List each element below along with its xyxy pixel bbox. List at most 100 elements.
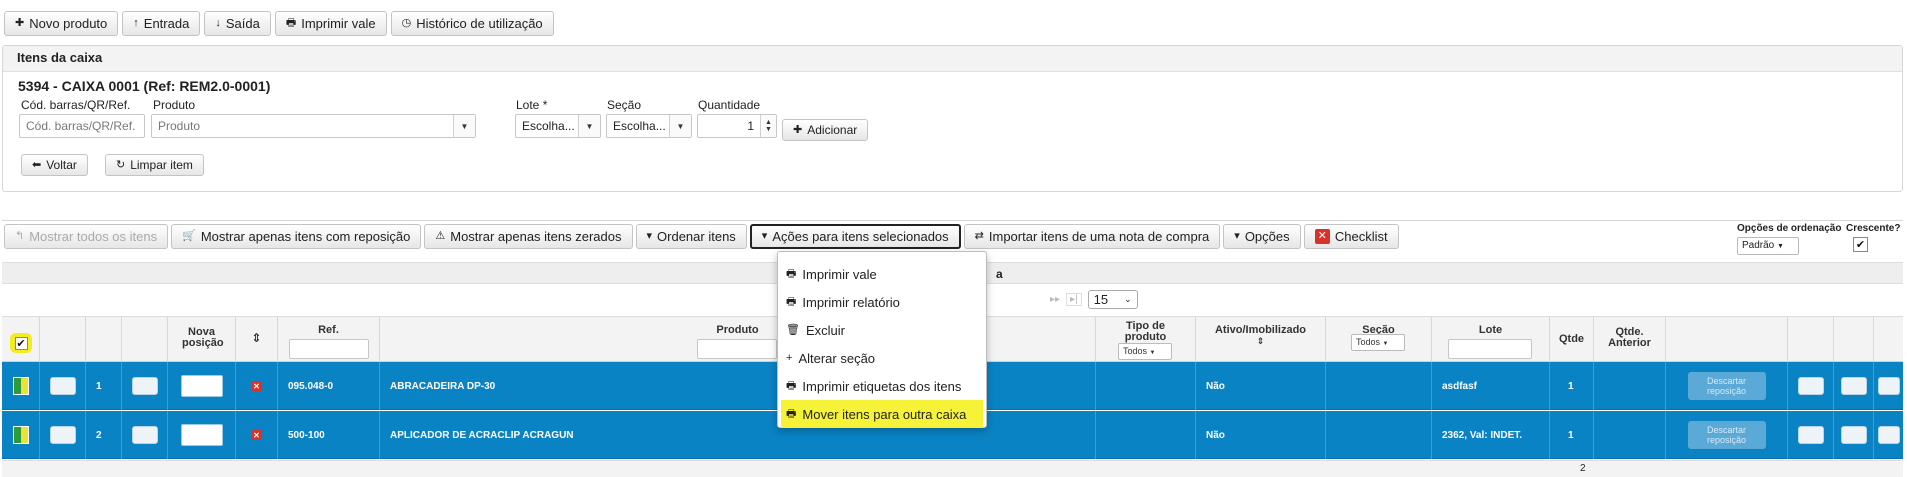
row-action-button[interactable] — [1877, 426, 1900, 444]
row-action-button[interactable] — [131, 426, 158, 444]
caret-down-icon: ▾ — [761, 230, 768, 242]
row-new-position — [168, 411, 236, 459]
row-action-button[interactable] — [1797, 377, 1824, 395]
menu-item-move-items[interactable]: 🖶 Mover itens para outra caixa — [781, 400, 983, 428]
show-zero-button[interactable]: ⚠ Mostrar apenas itens zerados — [424, 224, 633, 249]
checklist-button[interactable]: ✕ Checklist — [1303, 224, 1399, 249]
selected-actions-button[interactable]: ▾ Ações para itens selecionados — [749, 224, 961, 249]
row-ref: 095.048-0 — [278, 362, 380, 410]
row-remove-cell: ✕ — [236, 411, 278, 459]
box-title: 5394 - CAIXA 0001 (Ref: REM2.0-0001) — [18, 78, 271, 94]
ref-filter-input[interactable] — [289, 339, 369, 359]
row-action-button[interactable] — [1877, 377, 1900, 395]
row-action-cell[interactable] — [1874, 411, 1903, 459]
menu-item-change-section[interactable]: + Alterar seção — [778, 344, 986, 372]
discard-replenish-button[interactable]: Descartar reposição — [1687, 372, 1766, 400]
header-secao: Seção Todos ▼ — [1326, 317, 1432, 363]
show-replenish-button[interactable]: 🛒 Mostrar apenas itens com reposição — [171, 224, 422, 249]
new-position-input[interactable] — [180, 375, 223, 397]
secao-filter-select[interactable]: Todos ▼ — [1351, 334, 1405, 351]
tipo-filter-select[interactable]: Todos ▼ — [1118, 343, 1172, 360]
printer-icon: 🖶 — [786, 379, 797, 392]
show-all-items-button[interactable]: ↰ Mostrar todos os itens — [4, 224, 169, 249]
row-qtde-anterior — [1594, 411, 1666, 459]
entry-button[interactable]: ↑ Entrada — [122, 11, 201, 36]
row-action-cell[interactable] — [1788, 362, 1834, 410]
row-qtde: 1 — [1550, 411, 1594, 459]
discard-replenish-button[interactable]: Descartar reposição — [1687, 421, 1766, 449]
row-lote: asdfasf — [1432, 362, 1550, 410]
secao-select[interactable]: Escolha... ▼ — [606, 114, 692, 138]
import-invoice-button[interactable]: ⇄ Importar itens de uma nota de compra — [963, 224, 1221, 249]
row-action-cell[interactable] — [1834, 362, 1874, 410]
remove-icon[interactable]: ✕ — [251, 430, 262, 440]
status-flag-icon — [12, 426, 29, 444]
back-circle-icon: ⬅ — [32, 158, 42, 171]
select-all-checkbox[interactable]: ✔ — [10, 333, 32, 353]
sort-icon[interactable]: ⇕ — [1196, 336, 1325, 347]
row-select-cell[interactable] — [2, 362, 40, 410]
barcode-input[interactable]: Cód. barras/QR/Ref. — [19, 114, 145, 138]
next-page-icon[interactable]: ▸▸ — [1050, 294, 1060, 305]
plus-icon: + — [786, 351, 793, 364]
row-action-button[interactable] — [49, 426, 76, 444]
header-ref: Ref. — [278, 317, 380, 363]
menu-item-print-report[interactable]: 🖶 Imprimir relatório — [778, 288, 986, 316]
header-lote: Lote — [1432, 317, 1550, 363]
exit-button[interactable]: ↓ Saída — [204, 11, 271, 36]
ascending-checkbox[interactable]: ✔ — [1853, 237, 1868, 252]
row-action-button[interactable] — [1840, 377, 1867, 395]
print-voucher-button[interactable]: 🖶 Imprimir vale — [274, 11, 387, 36]
row-action-button[interactable] — [131, 377, 158, 395]
header-blank — [86, 317, 122, 363]
order-options-select[interactable]: Padrão ▼ — [1737, 237, 1799, 255]
row-action-cell[interactable] — [122, 411, 168, 459]
stepper-icon[interactable]: ▲ ▼ — [760, 115, 776, 137]
produto-filter-input[interactable] — [697, 339, 777, 359]
lote-filter-input[interactable] — [1448, 339, 1532, 359]
checklist-icon: ✕ — [1314, 229, 1330, 244]
grid-caption: a — [996, 267, 1003, 281]
row-select-cell[interactable] — [2, 411, 40, 459]
new-position-input[interactable] — [180, 424, 223, 446]
header-sort[interactable]: ⇕ — [236, 317, 278, 363]
header-produto: Produto — [380, 317, 1096, 363]
options-button[interactable]: ▾ Opções — [1223, 224, 1301, 249]
row-ref: 500-100 — [278, 411, 380, 459]
row-action-button[interactable] — [1797, 426, 1824, 444]
trash-icon: 🗑 — [786, 323, 800, 336]
quantidade-stepper[interactable]: 1 ▲ ▼ — [697, 114, 777, 138]
header-qtde-anterior: Qtde. Anterior — [1594, 317, 1666, 363]
row-new-position — [168, 362, 236, 410]
row-action-cell[interactable] — [40, 411, 86, 459]
row-action-button[interactable] — [49, 377, 76, 395]
row-action-cell[interactable] — [1788, 411, 1834, 459]
new-product-button[interactable]: ✚ Novo produto — [4, 11, 119, 36]
row-number: 2 — [86, 411, 122, 459]
usage-history-button[interactable]: ◷ Histórico de utilização — [390, 11, 554, 36]
row-action-cell[interactable] — [122, 362, 168, 410]
order-items-button[interactable]: ▾ Ordenar itens — [635, 224, 747, 249]
row-action-cell[interactable] — [1874, 362, 1903, 410]
menu-item-print-voucher[interactable]: 🖶 Imprimir vale — [778, 260, 986, 288]
printer-icon: 🖶 — [285, 17, 297, 29]
chevron-down-icon: ▼ — [1382, 341, 1389, 347]
barcode-label: Cód. barras/QR/Ref. — [21, 98, 131, 112]
panel-title: Itens da caixa — [3, 46, 1902, 72]
secao-label: Seção — [607, 98, 642, 112]
add-button[interactable]: ✚ Adicionar — [782, 119, 869, 141]
remove-icon[interactable]: ✕ — [251, 381, 262, 391]
product-input[interactable]: Produto ▼ — [151, 114, 476, 138]
page-size-select[interactable]: 15 ⌄ — [1087, 290, 1138, 309]
row-action-cell[interactable] — [40, 362, 86, 410]
clear-item-button[interactable]: ↻ Limpar item — [105, 154, 204, 176]
menu-item-print-labels[interactable]: 🖶 Imprimir etiquetas dos itens — [778, 372, 986, 400]
row-action-button[interactable] — [1840, 426, 1867, 444]
last-page-icon[interactable]: ▸| — [1066, 293, 1082, 306]
lote-select[interactable]: Escolha... ▼ — [515, 114, 601, 138]
plus-icon: ✚ — [15, 17, 25, 29]
chevron-down-icon[interactable]: ▼ — [453, 115, 475, 137]
row-action-cell[interactable] — [1834, 411, 1874, 459]
menu-item-delete[interactable]: 🗑 Excluir — [778, 316, 986, 344]
back-button[interactable]: ⬅ Voltar — [21, 154, 88, 176]
